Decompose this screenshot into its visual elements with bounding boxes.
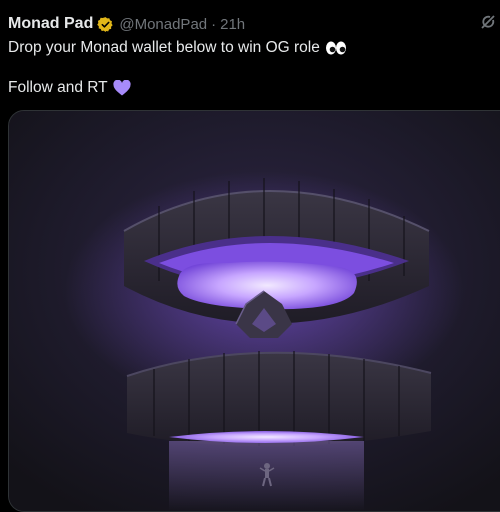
separator-dot: · <box>211 15 217 33</box>
purple-heart-emoji-icon <box>113 79 131 96</box>
post-text-line-1-text: Drop your Monad wallet below to win OG r… <box>8 39 320 56</box>
post-header: Monad Pad @MonadPad · 21h <box>8 12 500 36</box>
author-handle[interactable]: @MonadPad <box>119 16 207 33</box>
author-name[interactable]: Monad Pad <box>8 15 93 33</box>
eyes-emoji-icon <box>325 41 347 55</box>
post-text-line-2: Follow and RT <box>8 78 131 98</box>
post-text-line-1: Drop your Monad wallet below to win OG r… <box>8 38 347 58</box>
monad-portal-artwork <box>9 111 500 511</box>
post-text-line-2-text: Follow and RT <box>8 79 108 96</box>
verified-badge-icon[interactable] <box>97 16 114 33</box>
grok-icon[interactable] <box>480 14 496 30</box>
post-media-image[interactable] <box>8 110 500 512</box>
grok-icon-wrapper[interactable] <box>480 14 496 30</box>
post-timestamp[interactable]: 21h <box>220 16 245 33</box>
